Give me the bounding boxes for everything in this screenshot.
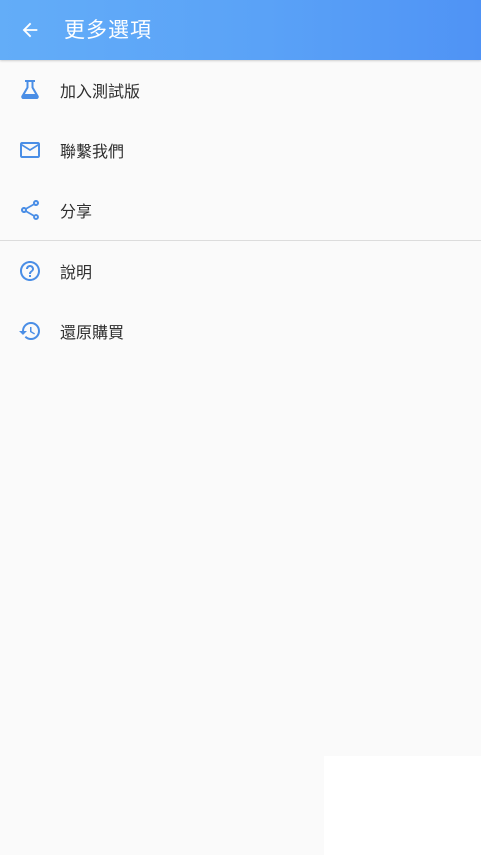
- help-circle-icon: [0, 241, 60, 301]
- page-title: 更多選項: [64, 18, 152, 42]
- arrow-left-icon: [22, 22, 38, 38]
- app-bar: 更多選項: [0, 0, 481, 60]
- menu-item-label: 分享: [60, 202, 93, 221]
- menu-item-label: 說明: [60, 263, 93, 282]
- share-icon: [0, 180, 60, 240]
- menu-item-contact-us[interactable]: 聯繫我們: [0, 120, 481, 180]
- more-options-screen: 更多選項 加入測試版 聯繫我們 分享 說明 還原購買: [0, 0, 481, 855]
- menu-item-help[interactable]: 說明: [0, 241, 481, 301]
- menu-item-restore-purchases[interactable]: 還原購買: [0, 301, 481, 361]
- mail-icon: [0, 120, 60, 180]
- restore-history-icon: [0, 301, 60, 361]
- menu-item-join-beta[interactable]: 加入測試版: [0, 60, 481, 120]
- background-highlight: [324, 756, 481, 855]
- menu-item-label: 聯繫我們: [60, 142, 125, 161]
- menu-item-share[interactable]: 分享: [0, 180, 481, 240]
- menu-item-label: 還原購買: [60, 323, 125, 342]
- back-button[interactable]: [0, 0, 60, 60]
- flask-icon: [0, 60, 60, 120]
- menu-item-label: 加入測試版: [60, 82, 141, 101]
- options-list: 加入測試版 聯繫我們 分享 說明 還原購買: [0, 60, 481, 361]
